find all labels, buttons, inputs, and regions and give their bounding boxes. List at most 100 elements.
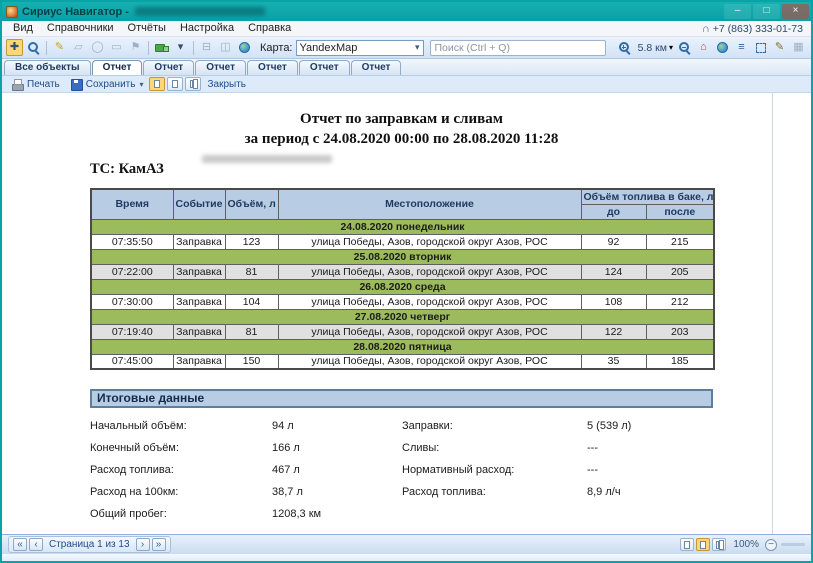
vehicle-icon[interactable] — [153, 39, 170, 56]
zoom-tool-icon[interactable] — [25, 39, 42, 56]
globe-icon[interactable] — [714, 39, 731, 56]
report-toolbar: Печать Сохранить ▾ Закрыть — [2, 76, 811, 93]
menu-item[interactable]: Отчёты — [121, 21, 173, 36]
search-input[interactable] — [430, 40, 606, 56]
report-title: Отчет по заправкам и сливам — [90, 111, 713, 128]
menu-item[interactable]: Справочники — [40, 21, 121, 36]
table-cell: 35 — [581, 354, 646, 369]
view-single-page-button[interactable] — [149, 77, 165, 91]
table-cell: 212 — [646, 294, 714, 309]
report-period: за период с 24.08.2020 00:00 по 28.08.20… — [90, 131, 713, 148]
next-page-button[interactable]: › — [136, 538, 150, 551]
polygon-tool-icon: ▱ — [70, 39, 87, 56]
map-scale-dropdown[interactable]: 5.8 км▾ — [635, 39, 674, 56]
day-cell: 25.08.2020 вторник — [91, 249, 714, 264]
table-cell: улица Победы, Азов, городской округ Азов… — [278, 234, 581, 249]
view-fit-page-button[interactable] — [167, 77, 183, 91]
summary-value: 1208,3 км — [272, 508, 321, 520]
view-multi-page-button[interactable] — [185, 77, 201, 91]
zoom-out-button[interactable]: − — [765, 539, 777, 551]
summary-value: --- — [587, 442, 598, 454]
table-row: 07:35:50Заправка123улица Победы, Азов, г… — [91, 234, 714, 249]
tab-report-2[interactable]: Отчет — [143, 60, 194, 75]
column-subheader: после — [646, 204, 714, 219]
table-cell: 108 — [581, 294, 646, 309]
table-row: 07:45:00Заправка150улица Победы, Азов, г… — [91, 354, 714, 369]
table-cell: 122 — [581, 324, 646, 339]
close-report-button[interactable]: Закрыть — [202, 77, 251, 92]
menu-item[interactable]: Настройка — [173, 21, 241, 36]
table-cell: 215 — [646, 234, 714, 249]
column-header-fuel: Объём топлива в баке, л — [581, 189, 714, 204]
summary-value: --- — [587, 464, 598, 476]
tab-report-4[interactable]: Отчет — [247, 60, 298, 75]
support-phone: ∩ +7 (863) 333-01-73 — [702, 23, 807, 35]
table-row: 07:19:40Заправка81улица Победы, Азов, го… — [91, 324, 714, 339]
rect-tool-icon: ▭ — [108, 39, 125, 56]
list-icon[interactable]: ≡ — [733, 39, 750, 56]
status-view-single-button[interactable] — [680, 538, 694, 551]
column-header: Событие — [173, 189, 225, 219]
title-bar: Сириус Навигатор - – □ × — [2, 2, 811, 21]
menu-item[interactable]: Вид — [6, 21, 40, 36]
summary-header: Итоговые данные — [90, 389, 713, 408]
edit-report-icon[interactable]: ✎ — [771, 39, 788, 56]
print-label: Печать — [27, 79, 60, 90]
table-cell: 203 — [646, 324, 714, 339]
minimize-button[interactable]: – — [724, 4, 751, 19]
chevron-down-icon: ▾ — [139, 80, 143, 89]
table-cell: 205 — [646, 264, 714, 279]
print-button[interactable]: Печать — [6, 77, 65, 92]
maximize-button[interactable]: □ — [753, 4, 780, 19]
status-bar: « ‹ Страница 1 из 13 › » 100% − — [2, 534, 811, 554]
first-page-button[interactable]: « — [13, 538, 27, 551]
printer-icon — [11, 78, 24, 91]
day-cell: 28.08.2020 пятница — [91, 339, 714, 354]
summary-value: 94 л — [272, 420, 294, 432]
tab-all-objects[interactable]: Все объекты — [4, 60, 91, 75]
edit-map-icon[interactable]: ✎ — [51, 39, 68, 56]
map-select-value: YandexMap — [300, 42, 358, 54]
last-page-button[interactable]: » — [152, 538, 166, 551]
close-button[interactable]: × — [782, 4, 809, 19]
tab-report-1[interactable]: Отчет — [92, 60, 143, 75]
page-edge — [772, 93, 773, 534]
column-header: Объём, л — [225, 189, 278, 219]
table-cell: улица Победы, Азов, городской округ Азов… — [278, 264, 581, 279]
pan-tool-icon[interactable]: ✚ — [6, 39, 23, 56]
tab-report-6[interactable]: Отчет — [351, 60, 402, 75]
prev-page-button[interactable]: ‹ — [29, 538, 43, 551]
table-row: 07:22:00Заправка81улица Победы, Азов, го… — [91, 264, 714, 279]
tab-report-3[interactable]: Отчет — [195, 60, 246, 75]
toolbar-left-icons: ✚✎▱◯▭⚑▾⊟◫ — [5, 39, 254, 56]
selection-icon[interactable] — [752, 39, 769, 56]
table-cell: Заправка — [173, 234, 225, 249]
table-cell: 104 — [225, 294, 278, 309]
save-button[interactable]: Сохранить ▾ — [65, 77, 149, 92]
column-subheader: до — [581, 204, 646, 219]
zoom-in-icon[interactable] — [616, 39, 633, 56]
toolbar-separator — [148, 41, 149, 55]
zoom-out-icon[interactable] — [676, 39, 693, 56]
toolbar-separator — [46, 41, 47, 55]
table-cell: улица Победы, Азов, городской округ Азов… — [278, 294, 581, 309]
summary-value: 467 л — [272, 464, 300, 476]
menu-item[interactable]: Справка — [241, 21, 298, 36]
phone-number: +7 (863) 333-01-73 — [713, 23, 803, 35]
vehicle-dropdown-icon[interactable]: ▾ — [172, 39, 189, 56]
table-cell: 81 — [225, 264, 278, 279]
status-view-fit-button[interactable] — [696, 538, 710, 551]
tile-horizontal-icon: ⊟ — [198, 39, 215, 56]
toolbar-right-icons: 5.8 км▾⌂≡✎▦ — [615, 39, 808, 56]
day-row: 28.08.2020 пятница — [91, 339, 714, 354]
globe-search-icon[interactable] — [236, 39, 253, 56]
map-select[interactable]: YandexMap ▾ — [296, 40, 424, 56]
summary-label: Конечный объём: — [90, 442, 179, 454]
status-view-multi-button[interactable] — [712, 538, 726, 551]
day-cell: 26.08.2020 среда — [91, 279, 714, 294]
zoom-slider[interactable] — [781, 543, 805, 546]
summary-label: Расход топлива: — [402, 486, 486, 498]
day-row: 27.08.2020 четверг — [91, 309, 714, 324]
home-icon[interactable]: ⌂ — [695, 39, 712, 56]
tab-report-5[interactable]: Отчет — [299, 60, 350, 75]
